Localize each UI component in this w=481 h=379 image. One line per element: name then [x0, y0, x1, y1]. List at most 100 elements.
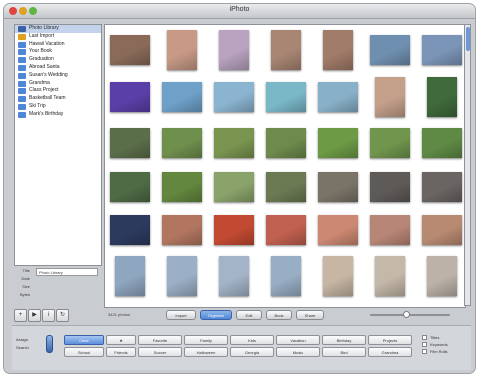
sidebar-item[interactable]: Hawaii Vacation: [15, 41, 101, 49]
info-size-label: Size: [22, 284, 30, 289]
keyword-button[interactable]: Kids: [230, 335, 274, 345]
album-icon: [18, 72, 26, 79]
photo-thumbnail[interactable]: [318, 215, 358, 245]
scrollbar-thumb[interactable]: [466, 27, 470, 51]
photo-thumbnail[interactable]: [271, 256, 301, 296]
size-slider-knob[interactable]: [403, 311, 410, 318]
photo-thumbnail[interactable]: [318, 128, 358, 158]
photo-size-slider[interactable]: [370, 311, 450, 318]
organize-mode-button[interactable]: Organize: [200, 310, 232, 320]
photo-thumbnail[interactable]: [422, 172, 462, 202]
photo-thumbnail[interactable]: [110, 172, 150, 202]
photo-scrollbar[interactable]: [464, 24, 471, 306]
photo-thumbnail[interactable]: [110, 128, 150, 158]
info-size-row: Size: [14, 283, 100, 291]
add-album-button[interactable]: +: [14, 309, 27, 322]
keyword-button[interactable]: Projects: [368, 335, 412, 345]
slideshow-button[interactable]: ▶: [28, 309, 41, 322]
sidebar-item[interactable]: Susan's Wedding: [15, 72, 101, 80]
photo-thumbnail[interactable]: [266, 128, 306, 158]
keyword-button[interactable]: Bird: [322, 347, 366, 357]
search-option-checkbox[interactable]: Titles: [422, 334, 468, 341]
photo-thumbnail[interactable]: [110, 82, 150, 112]
info-pane: Title Photo Library Date Size Bytes: [14, 267, 100, 303]
photo-thumbnail[interactable]: [370, 215, 410, 245]
photo-thumbnail[interactable]: [323, 30, 353, 70]
keyword-button[interactable]: Favorite: [138, 335, 182, 345]
photo-thumbnail[interactable]: [219, 256, 249, 296]
photo-thumbnail[interactable]: [167, 256, 197, 296]
photo-thumbnail[interactable]: [427, 256, 457, 296]
title-bar[interactable]: iPhoto: [4, 4, 475, 19]
sidebar-item[interactable]: Your Book: [15, 48, 101, 56]
sidebar-item-label: Susan's Wedding: [29, 71, 68, 78]
photo-thumbnail[interactable]: [162, 172, 202, 202]
checkbox-icon[interactable]: [422, 342, 427, 347]
edit-mode-button[interactable]: Edit: [236, 310, 262, 320]
sidebar-item[interactable]: Basketball Team: [15, 95, 101, 103]
photo-thumbnail[interactable]: [370, 128, 410, 158]
photo-thumbnail[interactable]: [422, 35, 462, 65]
keyword-button[interactable]: Grandma: [368, 347, 412, 357]
photo-thumbnail[interactable]: [115, 256, 145, 296]
checkbox-icon[interactable]: [422, 349, 427, 354]
sidebar-item-label: Basketball Team: [29, 95, 66, 102]
photo-thumbnail[interactable]: [162, 215, 202, 245]
album-icon: [18, 88, 26, 95]
import-mode-button[interactable]: Import: [166, 310, 196, 320]
photo-thumbnail[interactable]: [266, 172, 306, 202]
keyword-button[interactable]: School: [64, 347, 104, 357]
photo-thumbnail[interactable]: [266, 215, 306, 245]
sidebar-item[interactable]: Class Project: [15, 87, 101, 95]
photo-thumbnail[interactable]: [318, 172, 358, 202]
photo-thumbnail[interactable]: [271, 30, 301, 70]
sidebar-item[interactable]: Mark's Birthday: [15, 111, 101, 119]
keyword-button[interactable]: Music: [276, 347, 320, 357]
search-option-checkbox[interactable]: Film Rolls: [422, 348, 468, 355]
keyword-button[interactable]: Soccer: [138, 347, 182, 357]
checkbox-icon[interactable]: [422, 335, 427, 340]
photo-thumbnail[interactable]: [110, 215, 150, 245]
info-button[interactable]: i: [42, 309, 55, 322]
photo-thumbnail[interactable]: [167, 30, 197, 70]
sidebar-item[interactable]: Graduation: [15, 56, 101, 64]
sidebar-item[interactable]: Ski Trip: [15, 103, 101, 111]
photo-thumbnail[interactable]: [318, 82, 358, 112]
keyword-button[interactable]: Birthday: [322, 335, 366, 345]
sidebar-item-label: Graduation: [29, 56, 54, 63]
sidebar-item[interactable]: Abroad Santa: [15, 64, 101, 72]
photo-thumbnail[interactable]: [422, 215, 462, 245]
photo-thumbnail[interactable]: [422, 128, 462, 158]
keyword-button[interactable]: Georgia: [230, 347, 274, 357]
photo-thumbnail[interactable]: [375, 77, 405, 117]
photo-thumbnail[interactable]: [427, 77, 457, 117]
photo-thumbnail[interactable]: [370, 35, 410, 65]
search-option-checkbox[interactable]: Keywords: [422, 341, 468, 348]
photo-thumbnail[interactable]: [370, 172, 410, 202]
assign-search-switch-icon[interactable]: [46, 335, 53, 353]
book-mode-button[interactable]: Book: [266, 310, 292, 320]
keyword-button[interactable]: Vacation: [276, 335, 320, 345]
album-icon: [18, 80, 26, 87]
keyword-button[interactable]: Friends: [106, 347, 136, 357]
keyword-button[interactable]: Family: [184, 335, 228, 345]
rotate-button[interactable]: ↻: [56, 309, 69, 322]
sidebar-item[interactable]: Grandma: [15, 80, 101, 88]
photo-thumbnail[interactable]: [162, 128, 202, 158]
photo-thumbnail[interactable]: [214, 128, 254, 158]
photo-thumbnail[interactable]: [266, 82, 306, 112]
share-mode-button[interactable]: Share: [296, 310, 324, 320]
photo-thumbnail[interactable]: [214, 172, 254, 202]
photo-thumbnail[interactable]: [214, 82, 254, 112]
photo-thumbnail[interactable]: [162, 82, 202, 112]
photo-thumbnail[interactable]: [219, 30, 249, 70]
keyword-button[interactable]: Halloween: [184, 347, 228, 357]
sidebar-item[interactable]: Last Import: [15, 33, 101, 41]
keyword-button[interactable]: Clear: [64, 335, 104, 345]
photo-thumbnail[interactable]: [214, 215, 254, 245]
photo-thumbnail[interactable]: [323, 256, 353, 296]
photo-thumbnail[interactable]: [110, 35, 150, 65]
photo-thumbnail[interactable]: [375, 256, 405, 296]
keyword-button[interactable]: ★: [106, 335, 136, 345]
sidebar-item[interactable]: Photo Library: [15, 25, 101, 33]
